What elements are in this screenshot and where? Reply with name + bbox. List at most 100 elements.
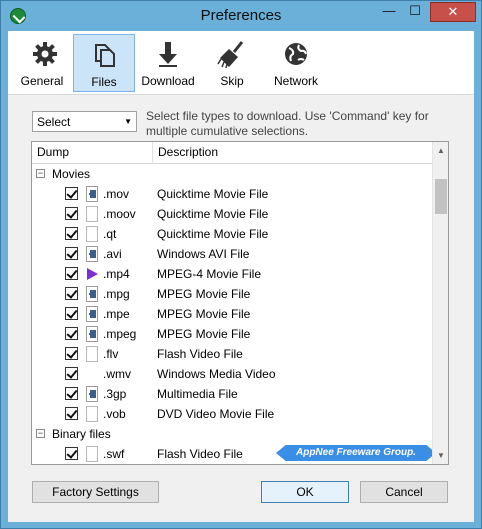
- row-checkbox[interactable]: [65, 327, 78, 340]
- tab-network-label: Network: [273, 74, 318, 88]
- selection-hint: Select file types to download. Use 'Comm…: [146, 109, 429, 138]
- row-checkbox[interactable]: [65, 347, 78, 360]
- close-button[interactable]: ✕: [430, 2, 476, 22]
- tab-skip[interactable]: Skip: [201, 34, 263, 92]
- row-checkbox[interactable]: [65, 287, 78, 300]
- tab-general[interactable]: General: [11, 34, 73, 92]
- group-binary-files[interactable]: − Binary files: [32, 424, 432, 444]
- file-types-list[interactable]: Dump Description − Movies .mov Quicktime…: [31, 141, 449, 465]
- file-extension: .mov: [103, 187, 130, 201]
- mp4-play-icon: [86, 266, 98, 282]
- dialog-body: General Files Download Skip Network Sele…: [8, 31, 474, 522]
- chevron-down-icon: ▼: [124, 117, 132, 126]
- list-item[interactable]: .mov Quicktime Movie File: [32, 184, 432, 204]
- file-extension: .mpg: [103, 287, 130, 301]
- row-checkbox[interactable]: [65, 307, 78, 320]
- row-checkbox[interactable]: [65, 187, 78, 200]
- row-checkbox[interactable]: [65, 447, 78, 460]
- watermark-badge: AppNee Freeware Group.: [276, 445, 436, 461]
- file-description: DVD Video Movie File: [157, 407, 275, 421]
- tab-general-label: General: [20, 74, 64, 88]
- blank-file-icon: [86, 406, 98, 422]
- file-extension: .flv: [103, 347, 119, 361]
- list-item[interactable]: .qt Quicktime Movie File: [32, 224, 432, 244]
- file-description: MPEG Movie File: [157, 307, 251, 321]
- movie-file-icon: [86, 386, 98, 402]
- minimize-button[interactable]: —: [376, 2, 402, 22]
- row-checkbox[interactable]: [65, 247, 78, 260]
- list-item[interactable]: .avi Windows AVI File: [32, 244, 432, 264]
- gear-icon: [33, 42, 57, 66]
- list-item[interactable]: .mp4 MPEG-4 Movie File: [32, 264, 432, 284]
- no-icon: [86, 366, 98, 382]
- file-type-select[interactable]: Select ▼: [32, 111, 137, 132]
- preferences-toolbar: General Files Download Skip Network: [8, 31, 474, 95]
- vertical-scrollbar[interactable]: ▲ ▼: [432, 142, 448, 464]
- list-header: Dump Description: [32, 142, 432, 164]
- file-description: Quicktime Movie File: [157, 187, 269, 201]
- file-description: MPEG-4 Movie File: [157, 267, 262, 281]
- list-item[interactable]: .mpe MPEG Movie File: [32, 304, 432, 324]
- scrollbar-thumb[interactable]: [435, 179, 447, 214]
- tab-files-label: Files: [91, 75, 117, 89]
- row-checkbox[interactable]: [65, 227, 78, 240]
- tab-files[interactable]: Files: [73, 34, 135, 92]
- column-header-description[interactable]: Description: [153, 142, 433, 164]
- tab-network[interactable]: Network: [265, 34, 327, 92]
- row-checkbox[interactable]: [65, 267, 78, 280]
- download-icon: [159, 42, 177, 67]
- file-description: Multimedia File: [157, 387, 238, 401]
- row-checkbox[interactable]: [65, 367, 78, 380]
- files-icon: [95, 44, 115, 67]
- blank-file-icon: [86, 206, 98, 222]
- file-extension: .vob: [103, 407, 126, 421]
- ok-button[interactable]: OK: [261, 481, 349, 503]
- list-item[interactable]: .vob DVD Video Movie File: [32, 404, 432, 424]
- list-item[interactable]: .flv Flash Video File: [32, 344, 432, 364]
- file-description: Flash Video File: [157, 447, 243, 461]
- blank-file-icon: [86, 346, 98, 362]
- row-checkbox[interactable]: [65, 207, 78, 220]
- movie-file-icon: [86, 326, 98, 342]
- scroll-down-icon[interactable]: ▼: [433, 447, 448, 464]
- file-extension: .swf: [103, 447, 125, 461]
- column-header-dump[interactable]: Dump: [32, 142, 153, 164]
- list-item[interactable]: .wmv Windows Media Video: [32, 364, 432, 384]
- group-movies[interactable]: − Movies: [32, 164, 432, 184]
- tab-download-label: Download: [141, 74, 195, 88]
- file-description: Quicktime Movie File: [157, 207, 269, 221]
- blank-file-icon: [86, 446, 98, 462]
- file-extension: .moov: [103, 207, 136, 221]
- scroll-up-icon[interactable]: ▲: [433, 142, 448, 159]
- file-description: Flash Video File: [157, 347, 243, 361]
- globe-icon: [285, 43, 307, 65]
- file-description: Windows AVI File: [157, 247, 250, 261]
- collapse-icon[interactable]: −: [36, 429, 45, 438]
- list-item[interactable]: .mpeg MPEG Movie File: [32, 324, 432, 344]
- tab-download[interactable]: Download: [137, 34, 199, 92]
- movie-file-icon: [86, 186, 98, 202]
- collapse-icon[interactable]: −: [36, 169, 45, 178]
- group-label: Binary files: [52, 427, 111, 441]
- file-description: MPEG Movie File: [157, 287, 251, 301]
- cancel-button[interactable]: Cancel: [360, 481, 448, 503]
- movie-file-icon: [86, 286, 98, 302]
- file-extension: .mp4: [103, 267, 130, 281]
- tab-skip-label: Skip: [220, 74, 244, 88]
- file-extension: .avi: [103, 247, 122, 261]
- row-checkbox[interactable]: [65, 407, 78, 420]
- movie-file-icon: [86, 246, 98, 262]
- blank-file-icon: [86, 226, 98, 242]
- factory-settings-button[interactable]: Factory Settings: [32, 481, 159, 503]
- maximize-button[interactable]: ☐: [402, 2, 428, 22]
- list-item[interactable]: .moov Quicktime Movie File: [32, 204, 432, 224]
- file-extension: .3gp: [103, 387, 127, 401]
- title-bar[interactable]: Preferences — ☐ ✕: [1, 1, 481, 31]
- list-item[interactable]: .3gp Multimedia File: [32, 384, 432, 404]
- row-checkbox[interactable]: [65, 387, 78, 400]
- list-item[interactable]: .mpg MPEG Movie File: [32, 284, 432, 304]
- file-extension: .wmv: [103, 367, 131, 381]
- file-description: Windows Media Video: [157, 367, 276, 381]
- file-extension: .mpeg: [103, 327, 137, 341]
- preferences-window: Preferences — ☐ ✕ General Files Download…: [0, 0, 482, 529]
